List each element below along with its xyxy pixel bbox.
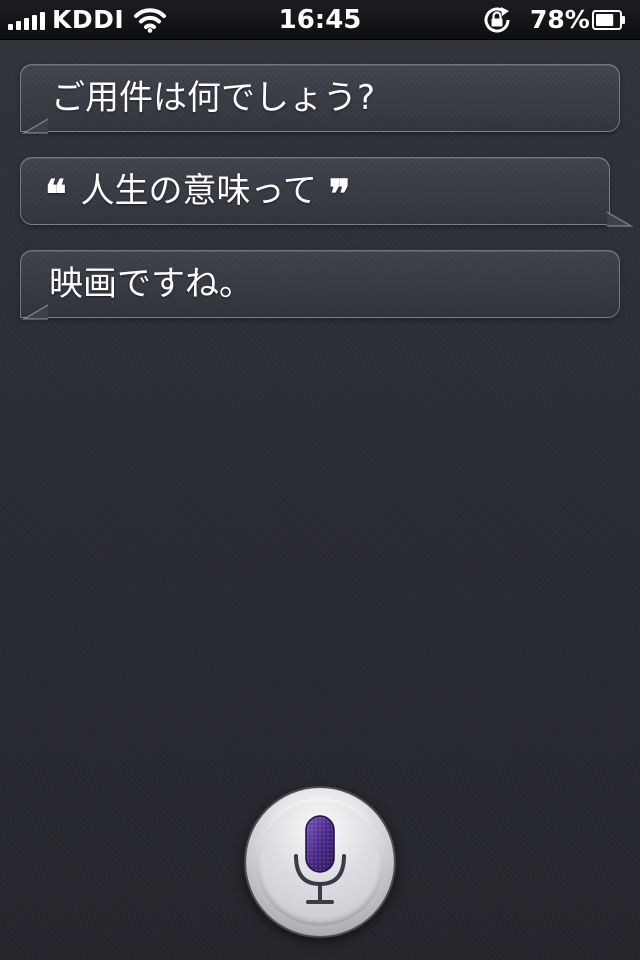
rotation-lock-icon — [484, 7, 510, 33]
siri-response-text: 映画ですね。 — [49, 264, 253, 304]
battery-percentage: 78% — [530, 5, 590, 34]
battery-icon — [592, 10, 625, 30]
status-bar: KDDI 16:45 78% — [0, 0, 640, 40]
microphone-button[interactable] — [246, 788, 394, 936]
user-query-bubble[interactable]: ❝ 人生の意味って ❞ — [20, 157, 634, 227]
siri-prompt-text: ご用件は何でしょう? — [51, 78, 376, 118]
microphone-icon — [294, 815, 346, 904]
siri-prompt-bubble: ご用件は何でしょう? — [20, 64, 620, 134]
bubble-tail — [21, 303, 49, 320]
close-quote-icon: ❞ — [328, 171, 351, 218]
siri-response-bubble: 映画ですね。 — [20, 250, 620, 320]
bubble-tail — [21, 117, 49, 134]
user-query-text: 人生の意味って — [80, 171, 317, 211]
bubble-tail — [606, 210, 634, 227]
open-quote-icon: ❝ — [45, 171, 67, 218]
